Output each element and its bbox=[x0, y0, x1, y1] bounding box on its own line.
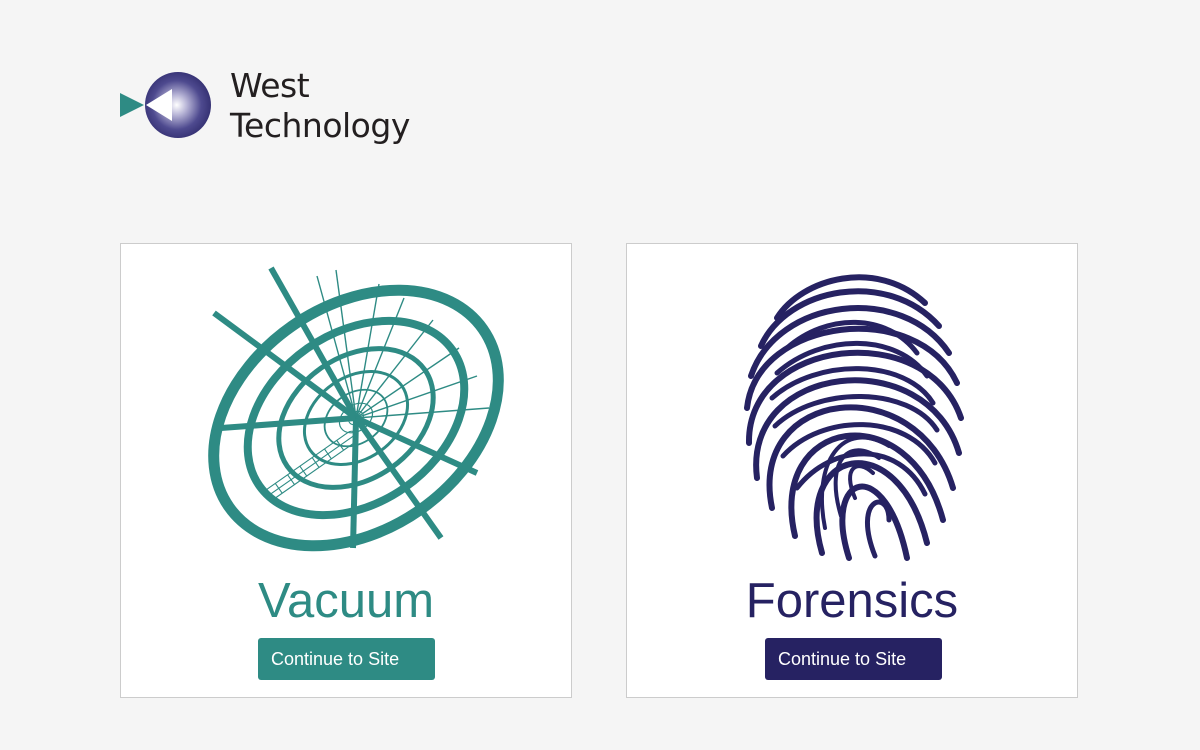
vacuum-vortex-icon bbox=[208, 266, 504, 552]
vacuum-title: Vacuum bbox=[257, 574, 435, 628]
logo-sphere-icon bbox=[120, 72, 211, 138]
forensics-continue-button[interactable]: Continue to Site bbox=[765, 638, 942, 680]
forensics-title: Forensics bbox=[745, 574, 959, 628]
west-technology-logo[interactable]: West Technology bbox=[118, 66, 438, 156]
vacuum-continue-button[interactable]: Continue to Site bbox=[258, 638, 435, 680]
logo-text-line1: West bbox=[230, 66, 310, 105]
forensics-card: Forensics Continue to Site bbox=[626, 243, 1078, 698]
fingerprint-icon bbox=[744, 274, 964, 561]
vacuum-card: Vacuum Continue to Site bbox=[120, 243, 572, 698]
logo-text-line2: Technology bbox=[230, 106, 410, 145]
logo-wordmark: West Technology bbox=[230, 66, 410, 146]
